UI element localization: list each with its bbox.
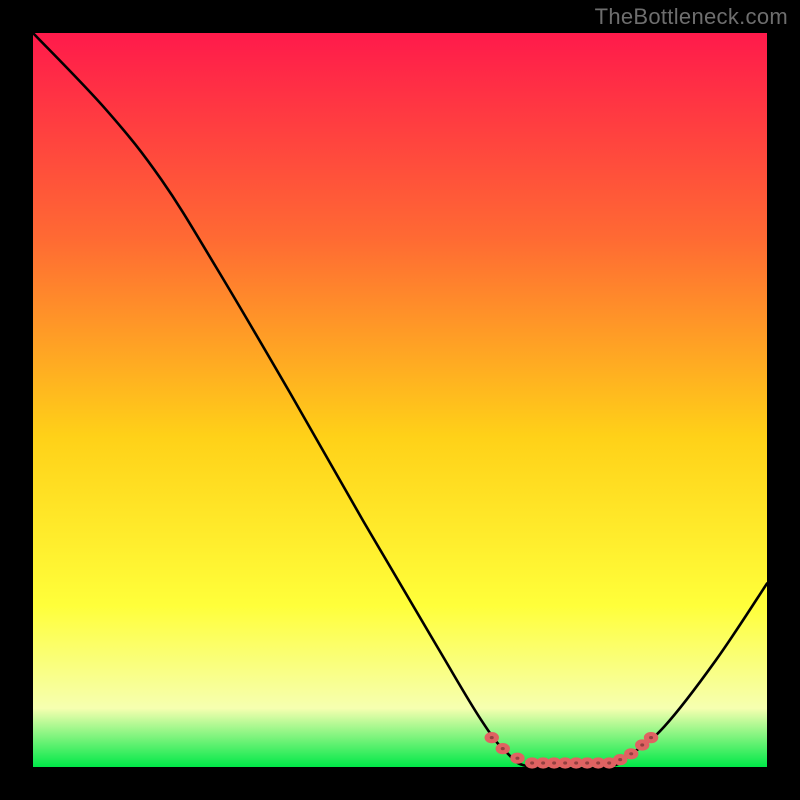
marker-dot <box>510 753 524 764</box>
marker-dot <box>644 732 658 743</box>
marker-dot <box>496 743 510 754</box>
marker-dot <box>485 732 499 743</box>
marker-dot <box>624 748 638 759</box>
watermark-text: TheBottleneck.com <box>595 4 788 30</box>
chart-frame: TheBottleneck.com <box>0 0 800 800</box>
bottleneck-chart <box>0 0 800 800</box>
gradient-background <box>33 33 767 767</box>
